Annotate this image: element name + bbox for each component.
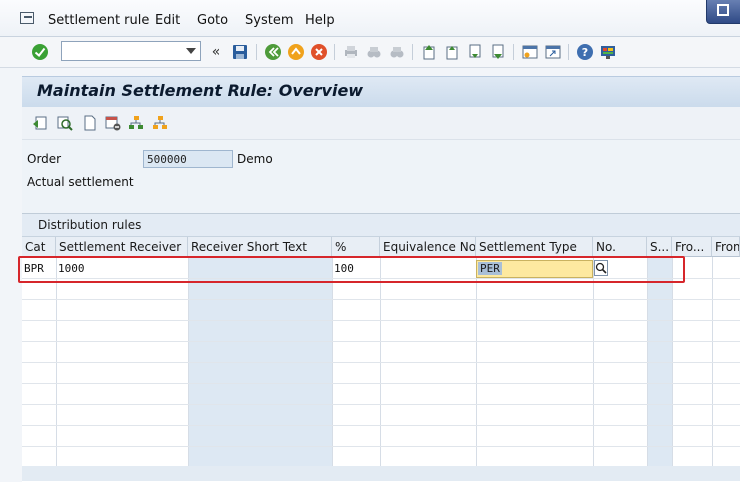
section-title: Distribution rules [38,218,142,232]
page-title: Maintain Settlement Rule: Overview [37,81,364,100]
col-header-cat[interactable]: Cat [22,237,56,257]
svg-text:?: ? [582,46,588,59]
delete-row-icon[interactable] [105,115,121,131]
previous-page-icon[interactable] [443,43,461,61]
shortcut-icon[interactable] [544,43,562,61]
menu-edit[interactable]: Edit [155,13,180,28]
menu-icon[interactable] [20,12,34,24]
command-field[interactable] [61,41,201,61]
command-history-icon[interactable]: « [207,43,225,61]
table-footer-row [22,466,740,481]
first-page-icon[interactable] [420,43,438,61]
last-page-icon[interactable] [489,43,507,61]
actual-settlement-label: Actual settlement [27,175,134,189]
customize-layout-icon[interactable] [599,43,617,61]
new-document-icon[interactable] [82,115,98,131]
s-column-shade [647,257,672,481]
detail-view-icon[interactable] [57,115,73,131]
create-session-icon[interactable] [521,43,539,61]
window-control-button[interactable] [706,0,740,24]
enter-checkmark-icon[interactable] [31,43,49,61]
chevron-down-icon[interactable] [186,48,196,54]
next-page-icon[interactable] [466,43,484,61]
col-header-from[interactable]: From [712,237,740,257]
title-bar: Maintain Settlement Rule: Overview [22,76,740,107]
col-header-percent[interactable]: % [332,237,380,257]
menu-goto[interactable]: Goto [197,13,228,28]
hierarchy-icon[interactable] [152,115,168,131]
menu-settlement-rule[interactable]: Settlement rule [48,13,149,28]
hierarchy-up-icon[interactable] [128,115,144,131]
exit-icon[interactable] [287,43,305,61]
previous-object-icon[interactable] [32,115,48,131]
save-icon[interactable] [231,43,249,61]
order-field: 500000 [143,150,233,168]
help-icon[interactable]: ? [576,43,594,61]
menu-bar: Settlement rule Edit Goto System Help [0,0,740,37]
order-label: Order [27,152,62,166]
find-next-icon[interactable] [388,43,406,61]
col-header-equivalence[interactable]: Equivalence No. [380,237,476,257]
order-description: Demo [237,152,273,166]
col-header-fro[interactable]: Fro... [672,237,712,257]
menu-help[interactable]: Help [305,13,335,28]
distribution-rules-header: Distribution rules [22,214,740,237]
menu-system[interactable]: System [245,13,293,28]
col-header-s[interactable]: S... [647,237,672,257]
print-icon[interactable] [342,43,360,61]
find-icon[interactable] [365,43,383,61]
back-icon[interactable] [264,43,282,61]
col-header-receiver[interactable]: Settlement Receiver [56,237,188,257]
col-header-short-text[interactable]: Receiver Short Text [188,237,332,257]
col-header-no[interactable]: No. [593,237,647,257]
short-text-column-shade [188,257,332,481]
highlight-box [18,256,685,283]
cancel-icon[interactable] [310,43,328,61]
application-toolbar [22,107,740,140]
col-header-settlement-type[interactable]: Settlement Type [476,237,593,257]
